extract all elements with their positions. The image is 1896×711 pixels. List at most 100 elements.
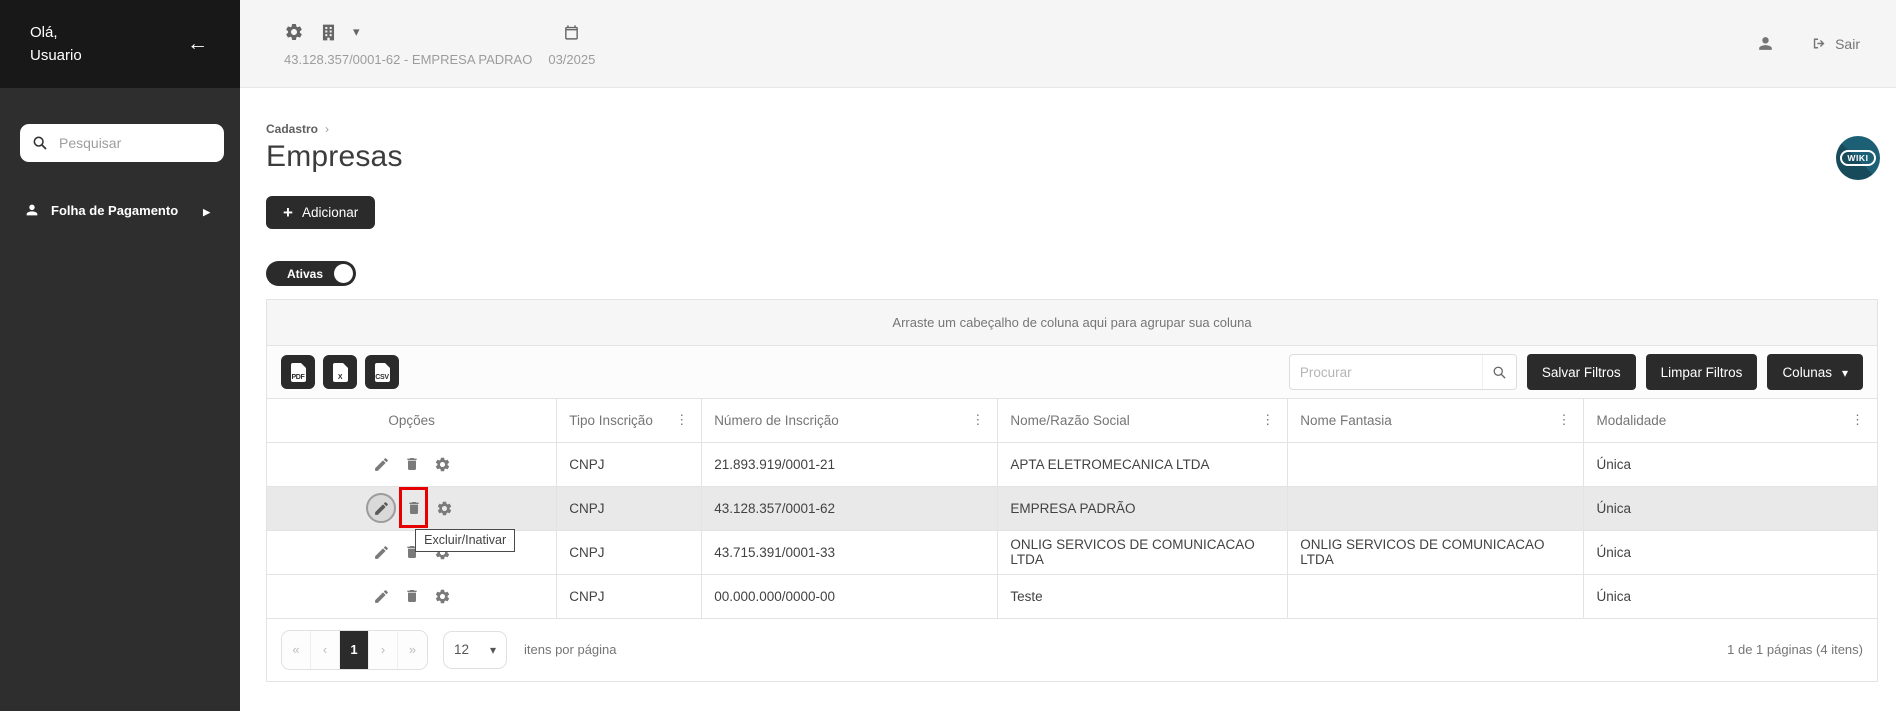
- cell-nome-fantasia: [1287, 442, 1585, 487]
- sidebar-item-folha-de-pagamento[interactable]: Folha de Pagamento: [0, 192, 240, 228]
- column-header-razao-social: Nome/Razão Social: [997, 399, 1289, 443]
- excel-file-icon: X: [332, 362, 348, 382]
- breadcrumb: Cadastro ›: [266, 122, 1878, 136]
- delete-icon[interactable]: [404, 456, 420, 472]
- user-profile-icon[interactable]: [1756, 34, 1775, 53]
- main-area: 43.128.357/0001-62 - EMPRESA PADRAO 03/2…: [240, 0, 1896, 711]
- cell-numero-inscricao: 21.893.919/0001-21: [701, 442, 999, 487]
- column-menu-icon[interactable]: [1255, 412, 1275, 428]
- breadcrumb-item[interactable]: Cadastro: [266, 122, 318, 136]
- column-header-nome-fantasia: Nome Fantasia: [1287, 399, 1585, 443]
- next-page-button[interactable]: [369, 630, 398, 669]
- breadcrumb-separator: ›: [325, 122, 330, 136]
- first-page-button[interactable]: [282, 630, 311, 669]
- tooltip: Excluir/Inativar: [415, 529, 516, 552]
- focus-ripple: [366, 493, 397, 523]
- chevron-down-icon[interactable]: [353, 23, 360, 41]
- period-selector[interactable]: 03/2025: [548, 20, 595, 67]
- cell-numero-inscricao: 00.000.000/0000-00: [701, 574, 999, 619]
- pagination-bar: 1 12 itens por página 1 de 1 páginas (4 …: [267, 618, 1877, 681]
- current-company[interactable]: 43.128.357/0001-62 - EMPRESA PADRAO: [284, 52, 532, 67]
- greeting-line2: Usuario: [30, 47, 82, 64]
- sidebar-item-label: Folha de Pagamento: [51, 202, 179, 218]
- column-header-numero-inscricao: Número de Inscrição: [701, 399, 999, 443]
- table-row: CNPJ 21.893.919/0001-21 APTA ELETROMECAN…: [267, 442, 1877, 487]
- settings-icon[interactable]: [434, 456, 451, 473]
- plus-icon: [283, 204, 293, 221]
- table-header-row: Opções Tipo Inscrição Número de Inscriçã…: [267, 399, 1877, 443]
- group-by-drop-zone[interactable]: Arraste um cabeçalho de coluna aqui para…: [267, 300, 1877, 346]
- wiki-badge[interactable]: WIKI: [1836, 136, 1880, 180]
- edit-icon[interactable]: [373, 588, 390, 605]
- pdf-file-icon: PDF: [290, 362, 306, 382]
- sidebar: Olá, Usuario Folha de Pagamento: [0, 0, 240, 711]
- cell-razao-social: Teste: [997, 574, 1289, 619]
- table-row: CNPJ 00.000.000/0000-00 Teste Única: [267, 574, 1877, 619]
- add-company-button[interactable]: Adicionar: [266, 196, 376, 229]
- csv-file-icon: CSV: [374, 362, 390, 382]
- gear-icon[interactable]: [284, 22, 304, 42]
- table-row: Excluir/Inativar CNPJ 43.128.357/0001-62…: [267, 486, 1877, 552]
- column-menu-icon[interactable]: [965, 412, 985, 428]
- app-window: Olá, Usuario Folha de Pagamento: [0, 0, 1896, 711]
- edit-icon[interactable]: [373, 456, 390, 473]
- columns-dropdown-button[interactable]: Colunas: [1767, 354, 1863, 390]
- column-menu-icon[interactable]: [1551, 412, 1571, 428]
- save-filters-button[interactable]: Salvar Filtros: [1526, 354, 1636, 390]
- sidebar-search-box: [20, 124, 224, 162]
- chevron-down-icon: [1842, 365, 1848, 380]
- logout-icon: [1813, 38, 1825, 49]
- grid-search-icon[interactable]: [1481, 355, 1516, 389]
- calendar-icon[interactable]: [563, 24, 580, 41]
- building-icon[interactable]: [319, 23, 338, 42]
- logout-label: Sair: [1835, 35, 1860, 52]
- page-number-button[interactable]: 1: [340, 630, 369, 669]
- cell-razao-social: APTA ELETROMECANICA LTDA: [997, 442, 1289, 487]
- content: Cadastro › Empresas WIKI Adicionar Ativa…: [240, 88, 1896, 711]
- delete-icon[interactable]: [404, 588, 420, 604]
- current-period[interactable]: 03/2025: [548, 52, 595, 67]
- company-selector[interactable]: 43.128.357/0001-62 - EMPRESA PADRAO: [284, 20, 532, 67]
- last-page-button[interactable]: [398, 630, 427, 669]
- cell-nome-fantasia: [1287, 574, 1585, 619]
- edit-icon[interactable]: [373, 500, 390, 517]
- previous-page-button[interactable]: [311, 630, 340, 669]
- sidebar-search-input[interactable]: [57, 134, 212, 152]
- grid-search-box: [1288, 354, 1517, 390]
- settings-icon[interactable]: [436, 500, 453, 517]
- cell-tipo-inscricao: CNPJ: [556, 574, 703, 619]
- export-pdf-button[interactable]: PDF: [281, 355, 315, 389]
- cell-numero-inscricao: 43.715.391/0001-33: [701, 530, 999, 575]
- page-size-dropdown[interactable]: 12: [443, 630, 507, 669]
- export-csv-button[interactable]: CSV: [365, 355, 399, 389]
- grid-search-input[interactable]: [1289, 364, 1482, 380]
- items-per-page-label: itens por página: [524, 642, 617, 657]
- delete-icon[interactable]: [406, 500, 422, 516]
- collapse-sidebar-icon[interactable]: [187, 32, 208, 56]
- cell-nome-fantasia: [1287, 486, 1585, 531]
- logout-button[interactable]: Sair: [1805, 34, 1866, 53]
- export-excel-button[interactable]: X: [323, 355, 357, 389]
- toggle-knob: [334, 264, 353, 283]
- cell-numero-inscricao: 43.128.357/0001-62: [701, 486, 999, 531]
- column-menu-icon[interactable]: [669, 412, 689, 428]
- companies-grid: Arraste um cabeçalho de coluna aqui para…: [266, 299, 1878, 682]
- cell-razao-social: EMPRESA PADRÃO: [997, 486, 1289, 531]
- clear-filters-button[interactable]: Limpar Filtros: [1645, 354, 1758, 390]
- cell-tipo-inscricao: CNPJ: [556, 486, 703, 531]
- search-icon: [33, 136, 47, 150]
- topbar-left: 43.128.357/0001-62 - EMPRESA PADRAO 03/2…: [284, 20, 595, 67]
- edit-icon[interactable]: [373, 544, 390, 561]
- pager: 1: [281, 629, 428, 670]
- wiki-badge-label: WIKI: [1840, 150, 1876, 166]
- chevron-right-icon: [203, 203, 210, 218]
- pagination-summary: 1 de 1 páginas (4 itens): [1727, 642, 1863, 657]
- companies-table: Opções Tipo Inscrição Número de Inscriçã…: [267, 399, 1877, 619]
- cell-tipo-inscricao: CNPJ: [556, 442, 703, 487]
- column-header-tipo-inscricao: Tipo Inscrição: [556, 399, 703, 443]
- column-menu-icon[interactable]: [1845, 412, 1865, 428]
- grid-toolbar: PDF X CSV Salvar Filtros: [267, 346, 1877, 399]
- cell-modalidade: Única: [1583, 442, 1877, 487]
- active-filter-toggle[interactable]: Ativas: [266, 261, 356, 286]
- settings-icon[interactable]: [434, 588, 451, 605]
